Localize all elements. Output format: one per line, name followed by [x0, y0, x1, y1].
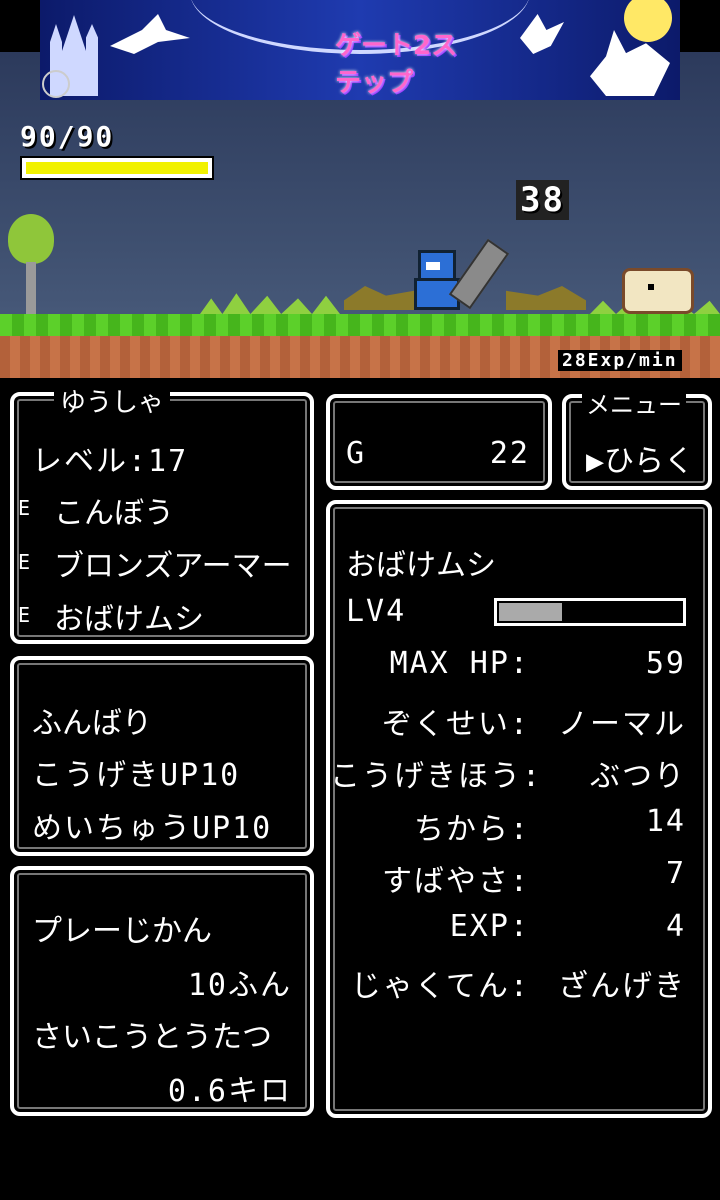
monster-stat-label: こうげきほう:	[330, 759, 543, 794]
battle-scene: 90/90 38 28Exp/min	[0, 52, 720, 378]
club-weapon	[448, 238, 510, 310]
gold-label: G	[346, 436, 367, 471]
hero-level: レベル:17	[32, 444, 189, 479]
play-time-label: プレーじかん	[32, 914, 212, 949]
equipment-item: おばけムシ	[54, 602, 204, 637]
enemy-eye	[648, 284, 654, 290]
monster-exp-bar	[494, 598, 686, 626]
monster-stat-value: 4	[665, 908, 686, 944]
monster-stat-label: すばやさ:	[381, 864, 530, 899]
gold-value: 22	[489, 436, 530, 471]
monster-wing-right	[506, 286, 586, 310]
monster-stat-value: 14	[645, 803, 686, 839]
tree-trunk	[26, 262, 36, 314]
hero-sprite	[412, 250, 460, 310]
monster-stat-value: ノーマル	[558, 706, 686, 742]
monster-wing-left	[344, 286, 414, 310]
equipment-item: こんぼう	[54, 496, 174, 531]
dragon-icon	[590, 30, 670, 96]
monster-stat-label: ちから:	[413, 811, 530, 847]
tree-sprite	[8, 214, 54, 264]
monster-stat-label: ぞくせい:	[381, 706, 530, 742]
equip-marker: E	[18, 496, 31, 520]
exp-rate-text: 28Exp/min	[558, 350, 682, 371]
monster-stat-label: MAX HP:	[389, 646, 530, 681]
monster-name: おばけムシ	[346, 548, 496, 583]
skill-item: めいちゅうUP10	[32, 811, 273, 846]
equip-marker: E	[18, 550, 31, 574]
monster-stat-label: EXP:	[449, 908, 530, 944]
menu-title: メニュー	[582, 385, 686, 420]
monster-stat-value: 7	[665, 856, 686, 891]
equipment-item: ブロンズアーマー	[54, 549, 292, 584]
hp-bar	[20, 156, 214, 180]
enemy-sprite	[622, 268, 694, 314]
skill-item: ふんばり	[32, 706, 152, 741]
monster-exp-bar-fill	[499, 603, 562, 621]
monster-level: LV4	[346, 594, 407, 629]
max-distance-value: 0.6キロ	[167, 1074, 292, 1109]
monster-stat-value: ざんげき	[558, 969, 686, 1004]
hp-bar-fill	[26, 162, 208, 174]
hero-title: ゆうしゃ	[54, 382, 171, 419]
play-time-value: 10ふん	[187, 968, 292, 1003]
witch2-icon	[520, 14, 564, 54]
moon-icon	[624, 0, 672, 42]
monster-stat-value: ぶつり	[590, 759, 686, 794]
ground-grass	[0, 314, 720, 336]
skill-item: こうげきUP10	[32, 758, 241, 793]
witch-icon	[110, 14, 190, 54]
menu-open-label[interactable]: ▶ひらく	[586, 436, 694, 480]
ad-info-icon[interactable]	[42, 70, 70, 98]
bush-sprite	[200, 293, 340, 314]
equip-marker: E	[18, 603, 31, 627]
hp-text: 90/90	[20, 120, 115, 153]
monster-stat-label: じゃくてん:	[350, 969, 530, 1004]
ad-banner[interactable]: ゲート2ステップ	[40, 0, 680, 100]
monster-stat-value: 59	[645, 646, 686, 681]
max-distance-label: さいこうとうたつ	[32, 1020, 272, 1055]
damage-number: 38	[516, 180, 569, 220]
ad-logo[interactable]: ゲート2ステップ	[335, 31, 465, 98]
